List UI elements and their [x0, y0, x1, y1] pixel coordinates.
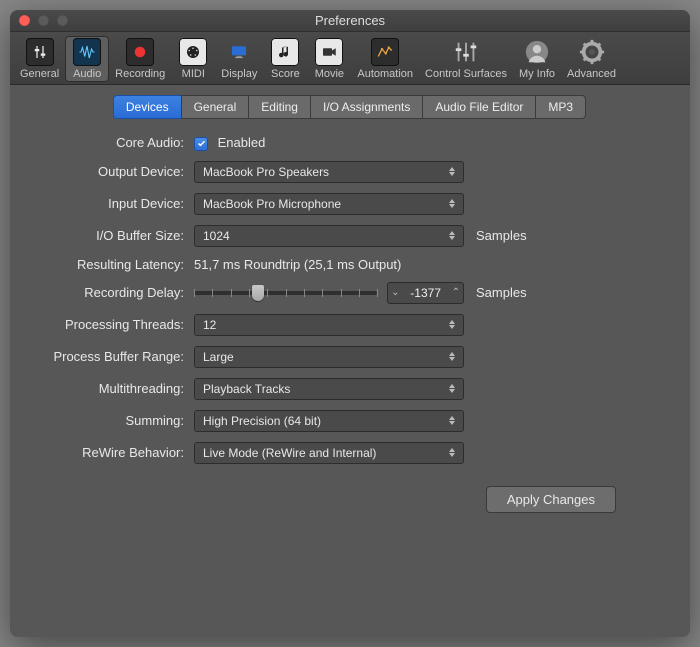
chevron-updown-icon [445, 411, 459, 431]
core-audio-checkbox[interactable] [194, 137, 208, 151]
recording-delay-label: Recording Delay: [24, 285, 194, 300]
main-panel: Devices General Editing I/O Assignments … [10, 85, 690, 637]
automation-icon [371, 38, 399, 66]
subtabs: Devices General Editing I/O Assignments … [24, 95, 676, 119]
movie-icon [315, 38, 343, 66]
output-device-label: Output Device: [24, 164, 194, 179]
recording-delay-slider[interactable] [194, 291, 377, 295]
waveform-icon [73, 38, 101, 66]
person-icon [523, 38, 551, 66]
close-button[interactable] [19, 15, 30, 26]
io-buffer-label: I/O Buffer Size: [24, 228, 194, 243]
input-device-select[interactable]: MacBook Pro Microphone [194, 193, 464, 215]
toolbar-general[interactable]: General [14, 36, 65, 82]
window-title: Preferences [10, 13, 690, 28]
chevron-updown-icon [445, 379, 459, 399]
process-buffer-range-label: Process Buffer Range: [24, 349, 194, 364]
minimize-button[interactable] [38, 15, 49, 26]
toolbar-label: Display [221, 68, 257, 80]
chevron-updown-icon [445, 162, 459, 182]
toolbar-label: General [20, 68, 59, 80]
toolbar-score[interactable]: Score [263, 36, 307, 82]
toolbar-label: Automation [357, 68, 413, 80]
processing-threads-label: Processing Threads: [24, 317, 194, 332]
latency-label: Resulting Latency: [24, 257, 194, 272]
multithreading-select[interactable]: Playback Tracks [194, 378, 464, 400]
select-value: 12 [203, 318, 216, 332]
summing-label: Summing: [24, 413, 194, 428]
select-value: High Precision (64 bit) [203, 414, 321, 428]
output-device-select[interactable]: MacBook Pro Speakers [194, 161, 464, 183]
chevron-updown-icon [445, 443, 459, 463]
latency-value: 51,7 ms Roundtrip (25,1 ms Output) [194, 257, 401, 272]
processing-threads-select[interactable]: 12 [194, 314, 464, 336]
display-icon [225, 38, 253, 66]
midi-icon [179, 38, 207, 66]
chevron-updown-icon [445, 194, 459, 214]
toolbar-my-info[interactable]: My Info [513, 36, 561, 82]
toolbar: General Audio Recording MIDI Display [10, 32, 690, 85]
toolbar-audio[interactable]: Audio [65, 36, 109, 82]
toolbar-label: Recording [115, 68, 165, 80]
sliders-icon [26, 38, 54, 66]
subtab-devices[interactable]: Devices [113, 95, 182, 119]
chevron-updown-icon [445, 226, 459, 246]
toolbar-recording[interactable]: Recording [109, 36, 171, 82]
toolbar-automation[interactable]: Automation [351, 36, 419, 82]
subtab-audio-file-editor[interactable]: Audio File Editor [422, 95, 536, 119]
gear-icon [578, 38, 606, 66]
io-buffer-unit: Samples [476, 228, 527, 243]
apply-changes-button[interactable]: Apply Changes [486, 486, 616, 513]
toolbar-label: Audio [73, 68, 101, 80]
toolbar-label: MIDI [182, 68, 205, 80]
summing-select[interactable]: High Precision (64 bit) [194, 410, 464, 432]
select-value: MacBook Pro Microphone [203, 197, 341, 211]
toolbar-label: Score [271, 68, 300, 80]
chevron-updown-icon [445, 347, 459, 367]
toolbar-label: Advanced [567, 68, 616, 80]
multithreading-label: Multithreading: [24, 381, 194, 396]
record-icon [126, 38, 154, 66]
io-buffer-select[interactable]: 1024 [194, 225, 464, 247]
core-audio-value: Enabled [218, 135, 266, 150]
recording-delay-value: -1377 [402, 286, 449, 300]
select-value: 1024 [203, 229, 230, 243]
input-device-label: Input Device: [24, 196, 194, 211]
select-value: Live Mode (ReWire and Internal) [203, 446, 376, 460]
window-controls [19, 15, 68, 26]
chevron-updown-icon [445, 315, 459, 335]
subtab-editing[interactable]: Editing [248, 95, 311, 119]
titlebar: Preferences [10, 10, 690, 32]
recording-delay-stepper[interactable]: ⌄ -1377 ⌃ [387, 282, 464, 304]
select-value: Playback Tracks [203, 382, 290, 396]
toolbar-control-surfaces[interactable]: Control Surfaces [419, 36, 513, 82]
stepper-up-icon[interactable]: ⌃ [449, 287, 463, 298]
toolbar-midi[interactable]: MIDI [171, 36, 215, 82]
toolbar-label: My Info [519, 68, 555, 80]
select-value: MacBook Pro Speakers [203, 165, 329, 179]
toolbar-label: Control Surfaces [425, 68, 507, 80]
preferences-window: Preferences General Audio Recording MID [10, 10, 690, 637]
rewire-label: ReWire Behavior: [24, 445, 194, 460]
faders-icon [452, 38, 480, 66]
rewire-select[interactable]: Live Mode (ReWire and Internal) [194, 442, 464, 464]
toolbar-display[interactable]: Display [215, 36, 263, 82]
toolbar-label: Movie [315, 68, 344, 80]
subtab-mp3[interactable]: MP3 [535, 95, 586, 119]
toolbar-movie[interactable]: Movie [307, 36, 351, 82]
slider-thumb[interactable] [252, 285, 264, 301]
process-buffer-range-select[interactable]: Large [194, 346, 464, 368]
subtab-general[interactable]: General [181, 95, 250, 119]
recording-delay-unit: Samples [476, 285, 527, 300]
score-icon [271, 38, 299, 66]
toolbar-advanced[interactable]: Advanced [561, 36, 622, 82]
subtab-io-assignments[interactable]: I/O Assignments [310, 95, 423, 119]
stepper-down-icon[interactable]: ⌄ [388, 287, 402, 298]
core-audio-label: Core Audio: [24, 135, 194, 150]
zoom-button[interactable] [57, 15, 68, 26]
select-value: Large [203, 350, 234, 364]
